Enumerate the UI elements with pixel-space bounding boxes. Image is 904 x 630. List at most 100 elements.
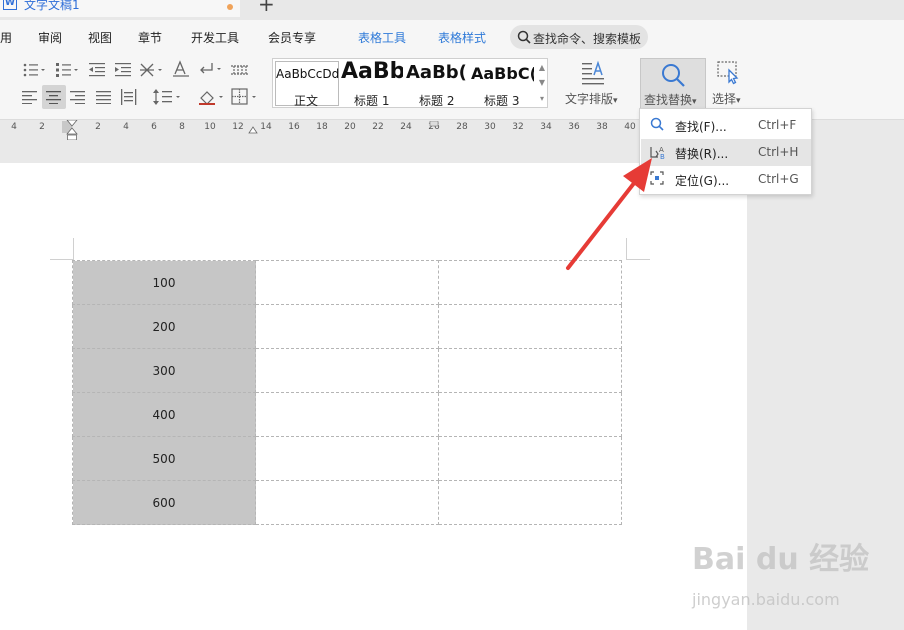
margin-guide bbox=[73, 238, 74, 260]
menu-item-member[interactable]: 会员专享 bbox=[268, 29, 316, 46]
ruler-tick: 34 bbox=[540, 122, 552, 132]
ruler-tick: 4 bbox=[123, 122, 129, 132]
distributed-align-icon[interactable] bbox=[120, 88, 138, 106]
line-break-icon[interactable] bbox=[198, 61, 224, 77]
styles-gallery: AaBbCcDd 正文 AaBb 标题 1 AaBb( 标题 2 AaBbC( … bbox=[272, 58, 548, 108]
dropdown-item-label: 查找(F)... bbox=[675, 120, 727, 134]
style-heading-3-preview: AaBbC( bbox=[471, 64, 534, 83]
numbered-list-icon[interactable] bbox=[55, 62, 79, 78]
text-layout-label: 文字排版▾ bbox=[565, 90, 618, 107]
line-spacing-icon[interactable] bbox=[152, 88, 182, 106]
select-text: 选择 bbox=[712, 92, 737, 106]
justify-icon[interactable] bbox=[96, 90, 112, 104]
shading-icon[interactable] bbox=[198, 88, 226, 106]
menu-item-section[interactable]: 章节 bbox=[138, 29, 162, 46]
table-cell[interactable] bbox=[255, 304, 439, 349]
tab-table-style[interactable]: 表格样式 bbox=[438, 29, 486, 46]
chinese-layout-icon[interactable] bbox=[139, 62, 165, 78]
document-title: 文字文稿1 bbox=[24, 0, 80, 12]
text-direction-icon[interactable] bbox=[172, 60, 190, 78]
ruler-tick: 20 bbox=[344, 122, 356, 132]
tab-stops-icon[interactable] bbox=[230, 64, 250, 76]
command-search-placeholder: 查找命令、搜索模板 bbox=[533, 32, 642, 46]
table-cell[interactable] bbox=[255, 480, 439, 525]
horizontal-ruler[interactable]: 4 2 2 4 6 8 10 12 14 16 18 20 22 24 26 2… bbox=[0, 120, 745, 140]
table-cell[interactable]: 300 bbox=[72, 348, 256, 393]
table-cell[interactable] bbox=[438, 304, 622, 349]
table-cell[interactable]: 600 bbox=[72, 480, 256, 525]
table-cell[interactable] bbox=[438, 392, 622, 437]
table-row: 500 bbox=[72, 436, 622, 481]
table-row: 100 bbox=[72, 260, 622, 305]
style-heading-1-preview: AaBb bbox=[341, 59, 403, 84]
ruler-tick: 38 bbox=[596, 122, 608, 132]
column-marker-icon[interactable] bbox=[429, 121, 439, 127]
table-cell[interactable] bbox=[438, 348, 622, 393]
table-cell[interactable] bbox=[255, 260, 439, 305]
document-tab[interactable]: W 文字文稿1 bbox=[0, 0, 240, 17]
table-cell[interactable] bbox=[255, 348, 439, 393]
table-cell[interactable] bbox=[255, 436, 439, 481]
select-button[interactable]: 选择▾ bbox=[710, 58, 750, 110]
text-layout-button[interactable]: 文字排版▾ bbox=[560, 58, 626, 110]
ruler-tick: 14 bbox=[260, 122, 272, 132]
writer-doc-icon: W bbox=[3, 0, 17, 10]
search-icon bbox=[650, 117, 664, 131]
style-normal-label: 正文 bbox=[294, 94, 319, 108]
dropdown-item-label: 定位(G)... bbox=[675, 174, 730, 188]
ruler-tick: 10 bbox=[204, 122, 216, 132]
styles-scroll-up-icon[interactable]: ▲ bbox=[536, 63, 548, 72]
ruler-tick: 28 bbox=[456, 122, 468, 132]
increase-indent-icon[interactable] bbox=[114, 62, 132, 78]
select-cursor-icon bbox=[717, 61, 739, 85]
align-right-icon[interactable] bbox=[70, 90, 86, 104]
ruler-tick: 30 bbox=[484, 122, 496, 132]
align-center-button[interactable] bbox=[42, 85, 66, 109]
new-tab-button[interactable]: + bbox=[258, 0, 275, 14]
find-replace-text: 查找替换 bbox=[644, 93, 693, 107]
style-heading-2-preview: AaBb( bbox=[406, 62, 467, 83]
dropdown-item-shortcut: Ctrl+G bbox=[758, 172, 799, 186]
table-row: 200 bbox=[72, 304, 622, 349]
ruler-tick: 2 bbox=[39, 122, 45, 132]
table-row: 300 bbox=[72, 348, 622, 393]
table-cell[interactable] bbox=[438, 436, 622, 481]
bullet-list-icon[interactable] bbox=[22, 62, 46, 78]
table-cell[interactable] bbox=[255, 392, 439, 437]
first-line-indent-marker-icon[interactable] bbox=[66, 120, 78, 140]
ruler-tick: 2 bbox=[95, 122, 101, 132]
table-cell[interactable]: 500 bbox=[72, 436, 256, 481]
menu-bar: 用 审阅 视图 章节 开发工具 会员专享 表格工具 表格样式 查找命令、搜索模板 bbox=[0, 20, 904, 54]
styles-scroll-down-icon[interactable]: ▼ bbox=[536, 78, 548, 87]
title-bar: W 文字文稿1 + bbox=[0, 0, 904, 20]
find-replace-button[interactable]: 查找替换▾ bbox=[640, 58, 706, 110]
dropdown-item-find[interactable]: 查找(F)... Ctrl+F bbox=[641, 112, 811, 139]
watermark-logo: Bai du 经验 bbox=[692, 542, 870, 577]
ruler-tick: 24 bbox=[400, 122, 412, 132]
find-replace-label: 查找替换▾ bbox=[644, 91, 697, 108]
ruler-tick: 18 bbox=[316, 122, 328, 132]
dropdown-item-goto[interactable]: 定位(G)... Ctrl+G bbox=[641, 166, 811, 193]
table-cell[interactable]: 400 bbox=[72, 392, 256, 437]
align-left-icon[interactable] bbox=[22, 90, 38, 104]
table-cell[interactable]: 200 bbox=[72, 304, 256, 349]
tab-table-tools[interactable]: 表格工具 bbox=[358, 29, 406, 46]
ruler-tick: 12 bbox=[232, 122, 244, 132]
decrease-indent-icon[interactable] bbox=[88, 62, 106, 78]
menu-item-start[interactable]: 用 bbox=[0, 29, 12, 46]
unsaved-indicator bbox=[227, 4, 233, 10]
right-indent-marker-icon[interactable] bbox=[248, 126, 258, 134]
menu-item-developer[interactable]: 开发工具 bbox=[191, 29, 239, 46]
borders-icon[interactable] bbox=[231, 88, 259, 106]
text-layout-caret-icon: ▾ bbox=[613, 96, 618, 106]
dropdown-item-replace[interactable]: AB 替换(R)... Ctrl+H bbox=[641, 139, 811, 166]
table-cell[interactable] bbox=[438, 480, 622, 525]
table-cell[interactable]: 100 bbox=[72, 260, 256, 305]
menu-item-view[interactable]: 视图 bbox=[88, 29, 112, 46]
ruler-tick: 8 bbox=[179, 122, 185, 132]
menu-item-review[interactable]: 审阅 bbox=[38, 29, 62, 46]
styles-expand-icon[interactable]: ▾ bbox=[536, 94, 548, 103]
select-caret-icon: ▾ bbox=[736, 96, 741, 106]
command-search-box[interactable]: 查找命令、搜索模板 bbox=[510, 25, 648, 49]
svg-text:B: B bbox=[660, 153, 665, 160]
